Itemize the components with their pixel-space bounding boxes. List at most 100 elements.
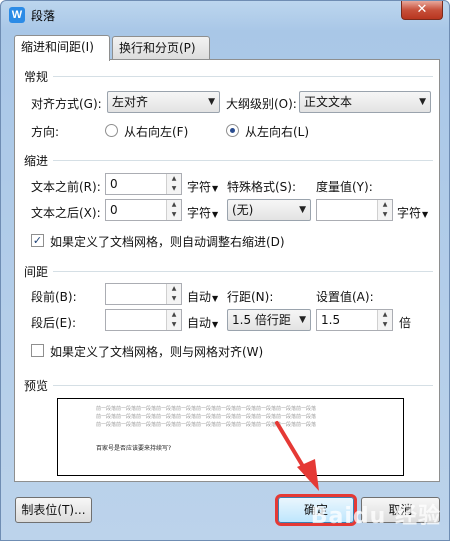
- auto-adjust-label: 如果定义了文档网格，则自动调整右缩进(D): [50, 235, 285, 249]
- after-text-label: 文本之后(X):: [31, 206, 101, 220]
- preview-prev-line: 前一段落前一段落前一段落前一段落前一段落前一段落前一段落前一段落前一段落前一段落…: [96, 406, 317, 412]
- special-format-select[interactable]: (无) ▼: [227, 199, 311, 221]
- unit-text: 字符: [187, 180, 212, 194]
- rtl-radio[interactable]: [105, 124, 118, 137]
- before-text-label: 文本之前(R):: [31, 180, 101, 194]
- snap-grid-checkbox[interactable]: [31, 344, 44, 357]
- at-unit: 倍: [399, 316, 412, 330]
- preview-box: 前一段落前一段落前一段落前一段落前一段落前一段落前一段落前一段落前一段落前一段落…: [57, 398, 404, 476]
- paragraph-dialog: W 段落 ✕ 缩进和间距(I) 换行和分页(P) 常规 对齐方式(G): 左对齐…: [0, 0, 450, 541]
- tab-label: 缩进和间距(I): [21, 40, 94, 54]
- alignment-select[interactable]: 左对齐 ▼: [107, 91, 220, 113]
- alignment-label: 对齐方式(G):: [31, 97, 102, 111]
- dropdown-arrow-icon: ▼: [419, 97, 426, 107]
- close-button[interactable]: ✕: [401, 1, 443, 20]
- after-text-unit[interactable]: 字符▼: [187, 204, 218, 221]
- caret-down-icon: ▼: [212, 320, 219, 329]
- ltr-radio[interactable]: [226, 124, 239, 137]
- spinner-buttons[interactable]: ▲ ▼: [166, 284, 181, 304]
- before-text-input[interactable]: 0 ▲ ▼: [105, 173, 182, 195]
- tab-panel: 常规 对齐方式(G): 左对齐 ▼ 大纲级别(O): 正文文本 ▼ 方向: 从右向左…: [14, 59, 440, 482]
- spin-down-icon[interactable]: ▼: [167, 320, 181, 330]
- spin-up-icon[interactable]: ▲: [167, 174, 181, 184]
- special-format-value: (无): [232, 203, 254, 217]
- section-divider: [53, 271, 433, 272]
- space-after-unit[interactable]: 自动▼: [187, 314, 218, 331]
- before-text-unit[interactable]: 字符▼: [187, 178, 218, 195]
- section-indent-title: 缩进: [24, 154, 49, 168]
- auto-adjust-checkbox[interactable]: ✓: [31, 234, 44, 247]
- spin-up-icon[interactable]: ▲: [378, 200, 392, 210]
- spin-down-icon[interactable]: ▼: [378, 320, 392, 330]
- tab-stops-button[interactable]: 制表位(T)...: [15, 497, 92, 523]
- by-unit[interactable]: 字符▼: [397, 204, 428, 221]
- preview-sample-text: 百家号是否应该要来持续写?: [96, 445, 172, 452]
- line-spacing-value: 1.5 倍行距: [232, 313, 291, 327]
- preview-prev-line: 前一段落前一段落前一段落前一段落前一段落前一段落前一段落前一段落前一段落前一段落…: [96, 414, 317, 420]
- special-format-label: 特殊格式(S):: [227, 180, 297, 194]
- unit-text: 字符: [397, 206, 422, 220]
- section-spacing-title: 间距: [24, 265, 49, 279]
- alignment-value: 左对齐: [112, 95, 149, 109]
- space-before-unit[interactable]: 自动▼: [187, 288, 218, 305]
- space-before-input[interactable]: ▲ ▼: [105, 283, 182, 305]
- tab-indent-spacing[interactable]: 缩进和间距(I): [14, 35, 110, 61]
- spinner-buttons[interactable]: ▲ ▼: [377, 310, 392, 330]
- unit-text: 字符: [187, 206, 212, 220]
- spinner-buttons[interactable]: ▲ ▼: [166, 310, 181, 330]
- caret-down-icon: ▼: [422, 210, 429, 219]
- outline-level-select[interactable]: 正文文本 ▼: [299, 91, 431, 113]
- line-spacing-label: 行距(N):: [227, 290, 274, 304]
- dropdown-arrow-icon: ▼: [208, 97, 215, 107]
- spinner-buttons[interactable]: ▲ ▼: [377, 200, 392, 220]
- wps-app-icon: W: [9, 7, 25, 23]
- spin-down-icon[interactable]: ▼: [167, 294, 181, 304]
- baidu-watermark: Baidu 经验: [310, 504, 441, 529]
- before-text-value: 0: [110, 177, 118, 191]
- dropdown-arrow-icon: ▼: [299, 315, 306, 325]
- at-label: 设置值(A):: [316, 290, 374, 304]
- at-value: 1.5: [321, 313, 341, 327]
- spinner-buttons[interactable]: ▲ ▼: [166, 174, 181, 194]
- space-after-label: 段后(E):: [31, 316, 76, 330]
- dialog-title: 段落: [31, 9, 56, 23]
- title-bar[interactable]: W 段落 ✕: [1, 1, 449, 29]
- at-input[interactable]: 1.5 ▲ ▼: [316, 309, 393, 331]
- spin-down-icon[interactable]: ▼: [167, 210, 181, 220]
- after-text-input[interactable]: 0 ▲ ▼: [105, 199, 182, 221]
- section-general-title: 常规: [24, 70, 49, 84]
- unit-text: 自动: [187, 290, 212, 304]
- spin-down-icon[interactable]: ▼: [167, 184, 181, 194]
- caret-down-icon: ▼: [212, 210, 219, 219]
- caret-down-icon: ▼: [212, 184, 219, 193]
- space-after-input[interactable]: ▲ ▼: [105, 309, 182, 331]
- rtl-label: 从右向左(F): [124, 125, 189, 139]
- space-before-label: 段前(B):: [31, 290, 77, 304]
- by-label: 度量值(Y):: [316, 180, 373, 194]
- section-divider: [53, 160, 433, 161]
- spin-up-icon[interactable]: ▲: [167, 284, 181, 294]
- spin-down-icon[interactable]: ▼: [378, 210, 392, 220]
- after-text-value: 0: [110, 203, 118, 217]
- line-spacing-select[interactable]: 1.5 倍行距 ▼: [227, 309, 311, 331]
- tab-label: 换行和分页(P): [119, 41, 196, 55]
- spin-up-icon[interactable]: ▲: [167, 310, 181, 320]
- outline-level-label: 大纲级别(O):: [226, 97, 297, 111]
- dropdown-arrow-icon: ▼: [299, 205, 306, 215]
- ltr-label: 从左向右(L): [245, 125, 310, 139]
- unit-text: 自动: [187, 316, 212, 330]
- by-input[interactable]: ▲ ▼: [316, 199, 393, 221]
- caret-down-icon: ▼: [212, 294, 219, 303]
- spin-up-icon[interactable]: ▲: [167, 200, 181, 210]
- section-divider: [53, 76, 433, 77]
- section-divider: [53, 385, 433, 386]
- tab-line-page-breaks[interactable]: 换行和分页(P): [112, 36, 210, 60]
- spin-up-icon[interactable]: ▲: [378, 310, 392, 320]
- spinner-buttons[interactable]: ▲ ▼: [166, 200, 181, 220]
- section-preview-title: 预览: [24, 379, 49, 393]
- snap-grid-label: 如果定义了文档网格，则与网格对齐(W): [50, 345, 264, 359]
- direction-label: 方向:: [31, 125, 60, 139]
- checkmark-icon: ✓: [32, 234, 43, 247]
- outline-level-value: 正文文本: [304, 95, 353, 109]
- preview-prev-line: 前一段落前一段落前一段落前一段落前一段落前一段落前一段落前一段落前一段落前一段落…: [96, 422, 317, 428]
